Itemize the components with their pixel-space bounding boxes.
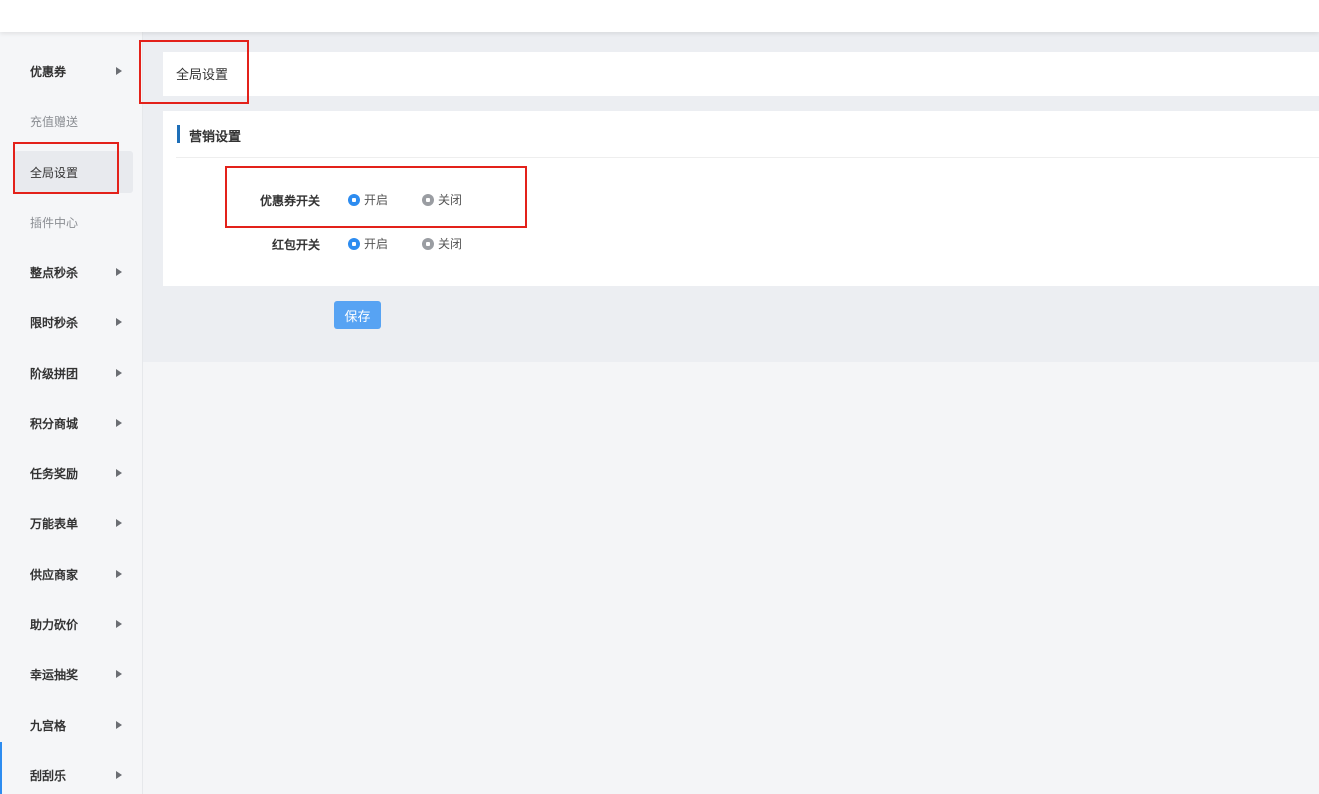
sidebar-item-label: 九宫格: [30, 718, 67, 733]
radio-label: 关闭: [438, 193, 463, 207]
top-bar: [0, 0, 1319, 32]
red-packet-switch-on-radio[interactable]: 开启: [348, 235, 388, 252]
sidebar-item-points-mall[interactable]: 积分商城: [14, 402, 133, 444]
caret-right-icon: [116, 570, 122, 578]
save-button[interactable]: 保存: [334, 301, 381, 329]
sidebar-item-label: 阶级拼团: [30, 366, 79, 381]
radio-label: 开启: [364, 237, 389, 251]
caret-right-icon: [116, 620, 122, 628]
caret-right-icon: [116, 67, 122, 75]
sidebar-item-label: 供应商家: [30, 567, 79, 582]
sidebar-item-label: 整点秒杀: [30, 265, 79, 280]
coupon-switch-on-radio[interactable]: 开启: [348, 191, 388, 208]
sidebar-item-lucky-draw[interactable]: 幸运抽奖: [14, 653, 133, 695]
sidebar-item-label: 刮刮乐: [30, 768, 67, 783]
sidebar-item-tiered-group-buy[interactable]: 阶级拼团: [14, 352, 133, 394]
radio-unchecked-icon: [422, 237, 434, 250]
page-title: 全局设置: [176, 68, 229, 83]
sidebar-item-label: 优惠券: [30, 64, 67, 79]
sidebar-item-bargain[interactable]: 助力砍价: [14, 603, 133, 645]
sidebar-item-label: 充值赠送: [30, 114, 79, 129]
sidebar-item-plugin-center[interactable]: 插件中心: [14, 201, 133, 243]
red-packet-switch-label: 红包开关: [271, 238, 320, 252]
sidebar-item-hourly-flash-sale[interactable]: 整点秒杀: [14, 251, 133, 293]
caret-right-icon: [116, 318, 122, 326]
caret-right-icon: [116, 369, 122, 377]
caret-right-icon: [116, 670, 122, 678]
sidebar-item-label: 插件中心: [30, 215, 79, 230]
radio-checked-icon: [348, 237, 360, 250]
sidebar-active-accent: [0, 742, 2, 794]
sidebar-item-recharge-gift[interactable]: 充值赠送: [14, 100, 133, 142]
sidebar-item-suppliers[interactable]: 供应商家: [14, 553, 133, 595]
radio-label: 关闭: [438, 237, 463, 251]
sidebar-item-label: 助力砍价: [30, 617, 79, 632]
sidebar-item-limited-flash-sale[interactable]: 限时秒杀: [14, 301, 133, 343]
sidebar-item-nine-grid[interactable]: 九宫格: [14, 704, 133, 746]
sidebar-item-label: 限时秒杀: [30, 315, 79, 330]
coupon-switch-label: 优惠券开关: [259, 194, 320, 208]
sidebar-item-global-settings[interactable]: 全局设置: [14, 151, 133, 193]
sidebar-item-label: 全局设置: [30, 165, 79, 180]
sidebar-item-universal-form[interactable]: 万能表单: [14, 502, 133, 544]
caret-right-icon: [116, 519, 122, 527]
red-packet-switch-off-radio[interactable]: 关闭: [422, 235, 462, 252]
radio-label: 开启: [364, 193, 389, 207]
sidebar-item-label: 任务奖励: [30, 466, 79, 481]
sidebar: 优惠券 充值赠送 全局设置 插件中心 整点秒杀 限时秒杀 阶级拼团 积分商城 任…: [0, 32, 143, 794]
sidebar-item-coupon[interactable]: 优惠券: [14, 50, 133, 92]
caret-right-icon: [116, 771, 122, 779]
section-title: 营销设置: [189, 130, 242, 145]
settings-panel: [163, 111, 1319, 286]
coupon-switch-off-radio[interactable]: 关闭: [422, 191, 462, 208]
breadcrumb: [163, 52, 1319, 96]
sidebar-item-scratch-card[interactable]: 刮刮乐: [14, 754, 133, 794]
radio-checked-icon: [348, 193, 360, 206]
caret-right-icon: [116, 419, 122, 427]
caret-right-icon: [116, 721, 122, 729]
caret-right-icon: [116, 469, 122, 477]
sidebar-item-label: 万能表单: [30, 516, 79, 531]
section-accent-bar: [177, 125, 180, 143]
radio-unchecked-icon: [422, 193, 434, 206]
caret-right-icon: [116, 268, 122, 276]
sidebar-item-label: 幸运抽奖: [30, 667, 79, 682]
sidebar-item-label: 积分商城: [30, 416, 79, 431]
sidebar-item-task-rewards[interactable]: 任务奖励: [14, 452, 133, 494]
divider: [176, 157, 1319, 158]
